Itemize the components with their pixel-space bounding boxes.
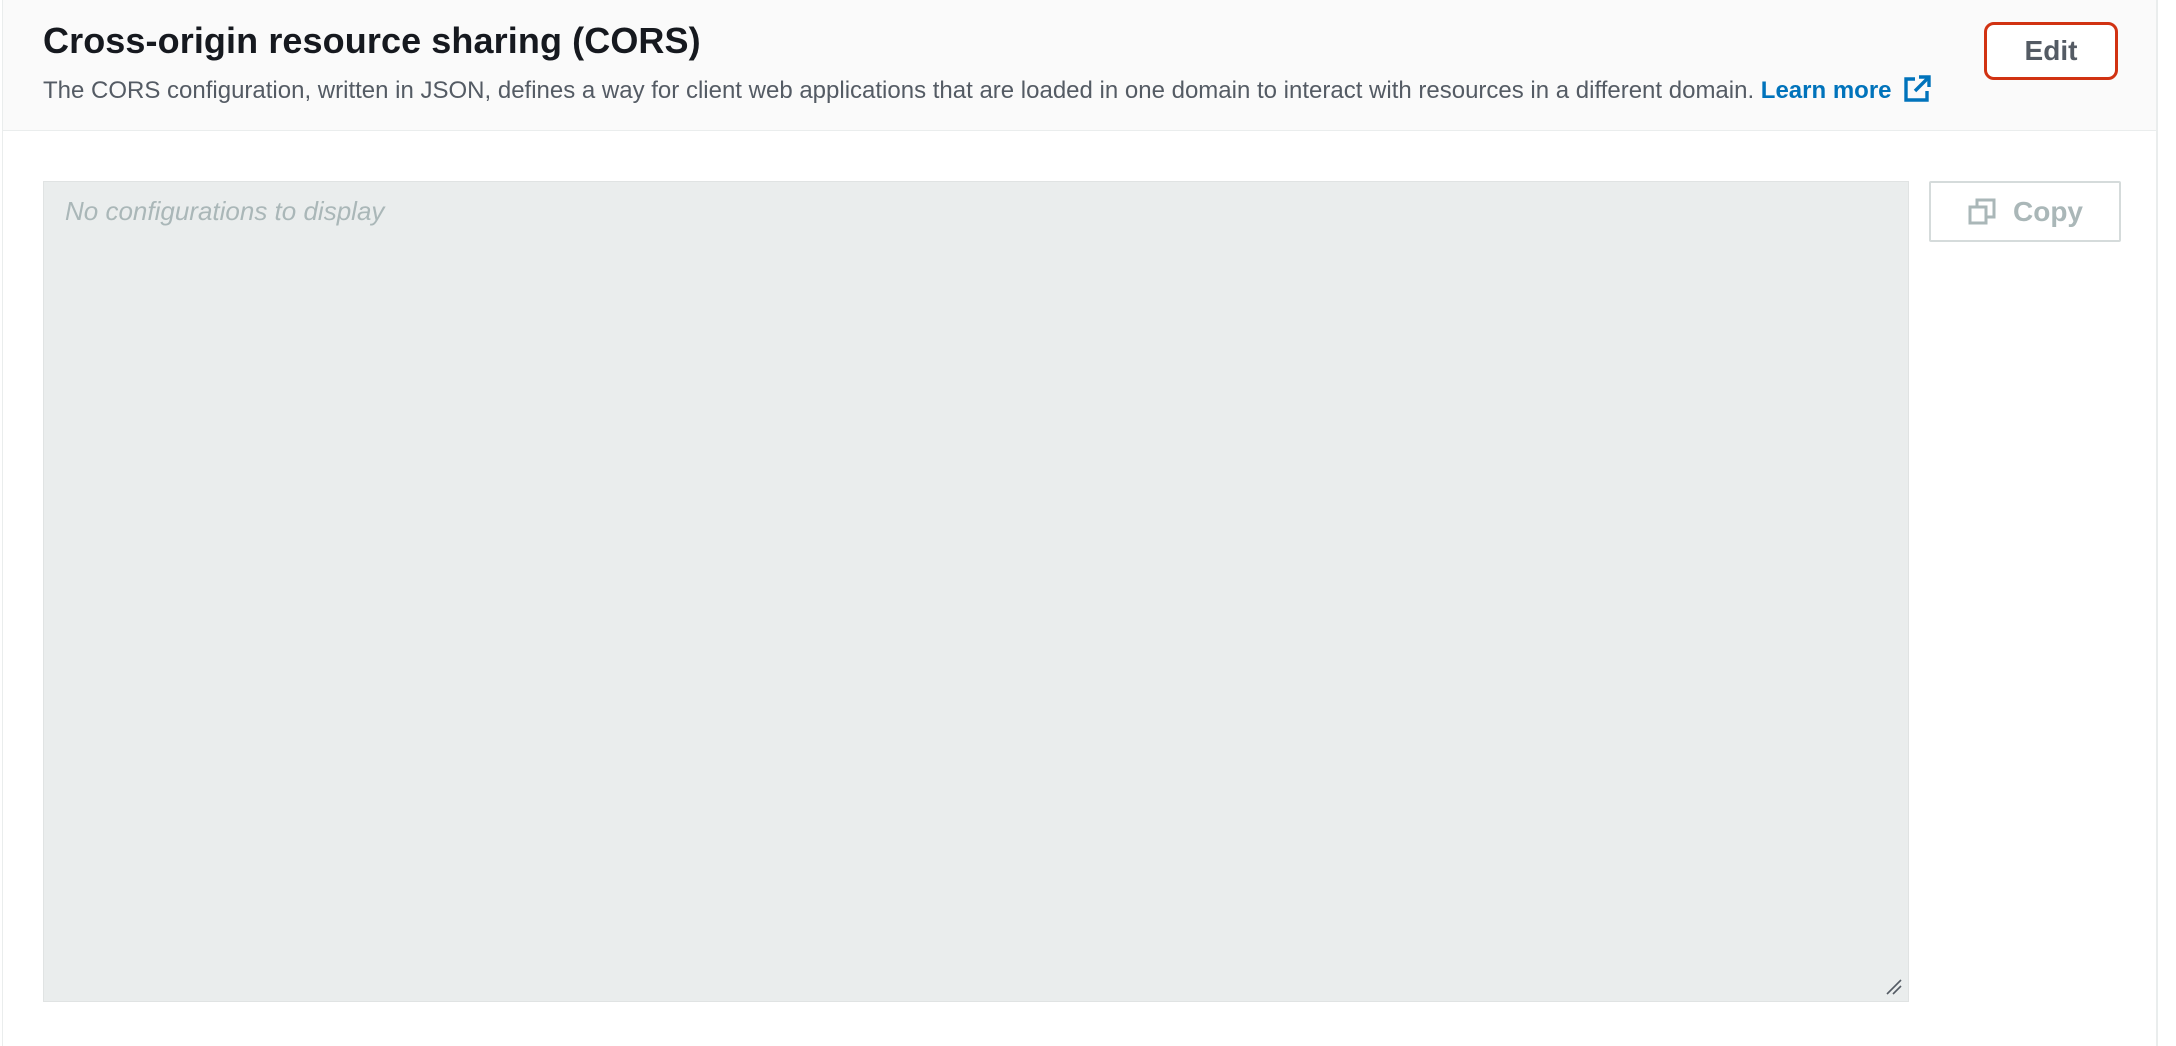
section-description: The CORS configuration, written in JSON,… — [43, 74, 1932, 105]
cors-header: Cross-origin resource sharing (CORS) The… — [3, 0, 2156, 131]
description-text: The CORS configuration, written in JSON,… — [43, 77, 1755, 104]
copy-button[interactable]: Copy — [1929, 181, 2121, 242]
copy-button-label: Copy — [2013, 195, 2083, 227]
editor-placeholder: No configurations to display — [65, 196, 385, 226]
cors-panel: Cross-origin resource sharing (CORS) The… — [2, 0, 2158, 1046]
edit-button[interactable]: Edit — [1984, 22, 2118, 80]
cors-json-editor[interactable]: No configurations to display — [43, 181, 1909, 1002]
section-title: Cross-origin resource sharing (CORS) — [43, 20, 701, 61]
learn-more-label: Learn more — [1760, 77, 1892, 104]
resize-handle-icon[interactable] — [1884, 977, 1902, 995]
learn-more-link[interactable]: Learn more — [1760, 75, 1932, 104]
external-link-icon — [1903, 75, 1931, 102]
copy-icon — [1968, 198, 1996, 224]
